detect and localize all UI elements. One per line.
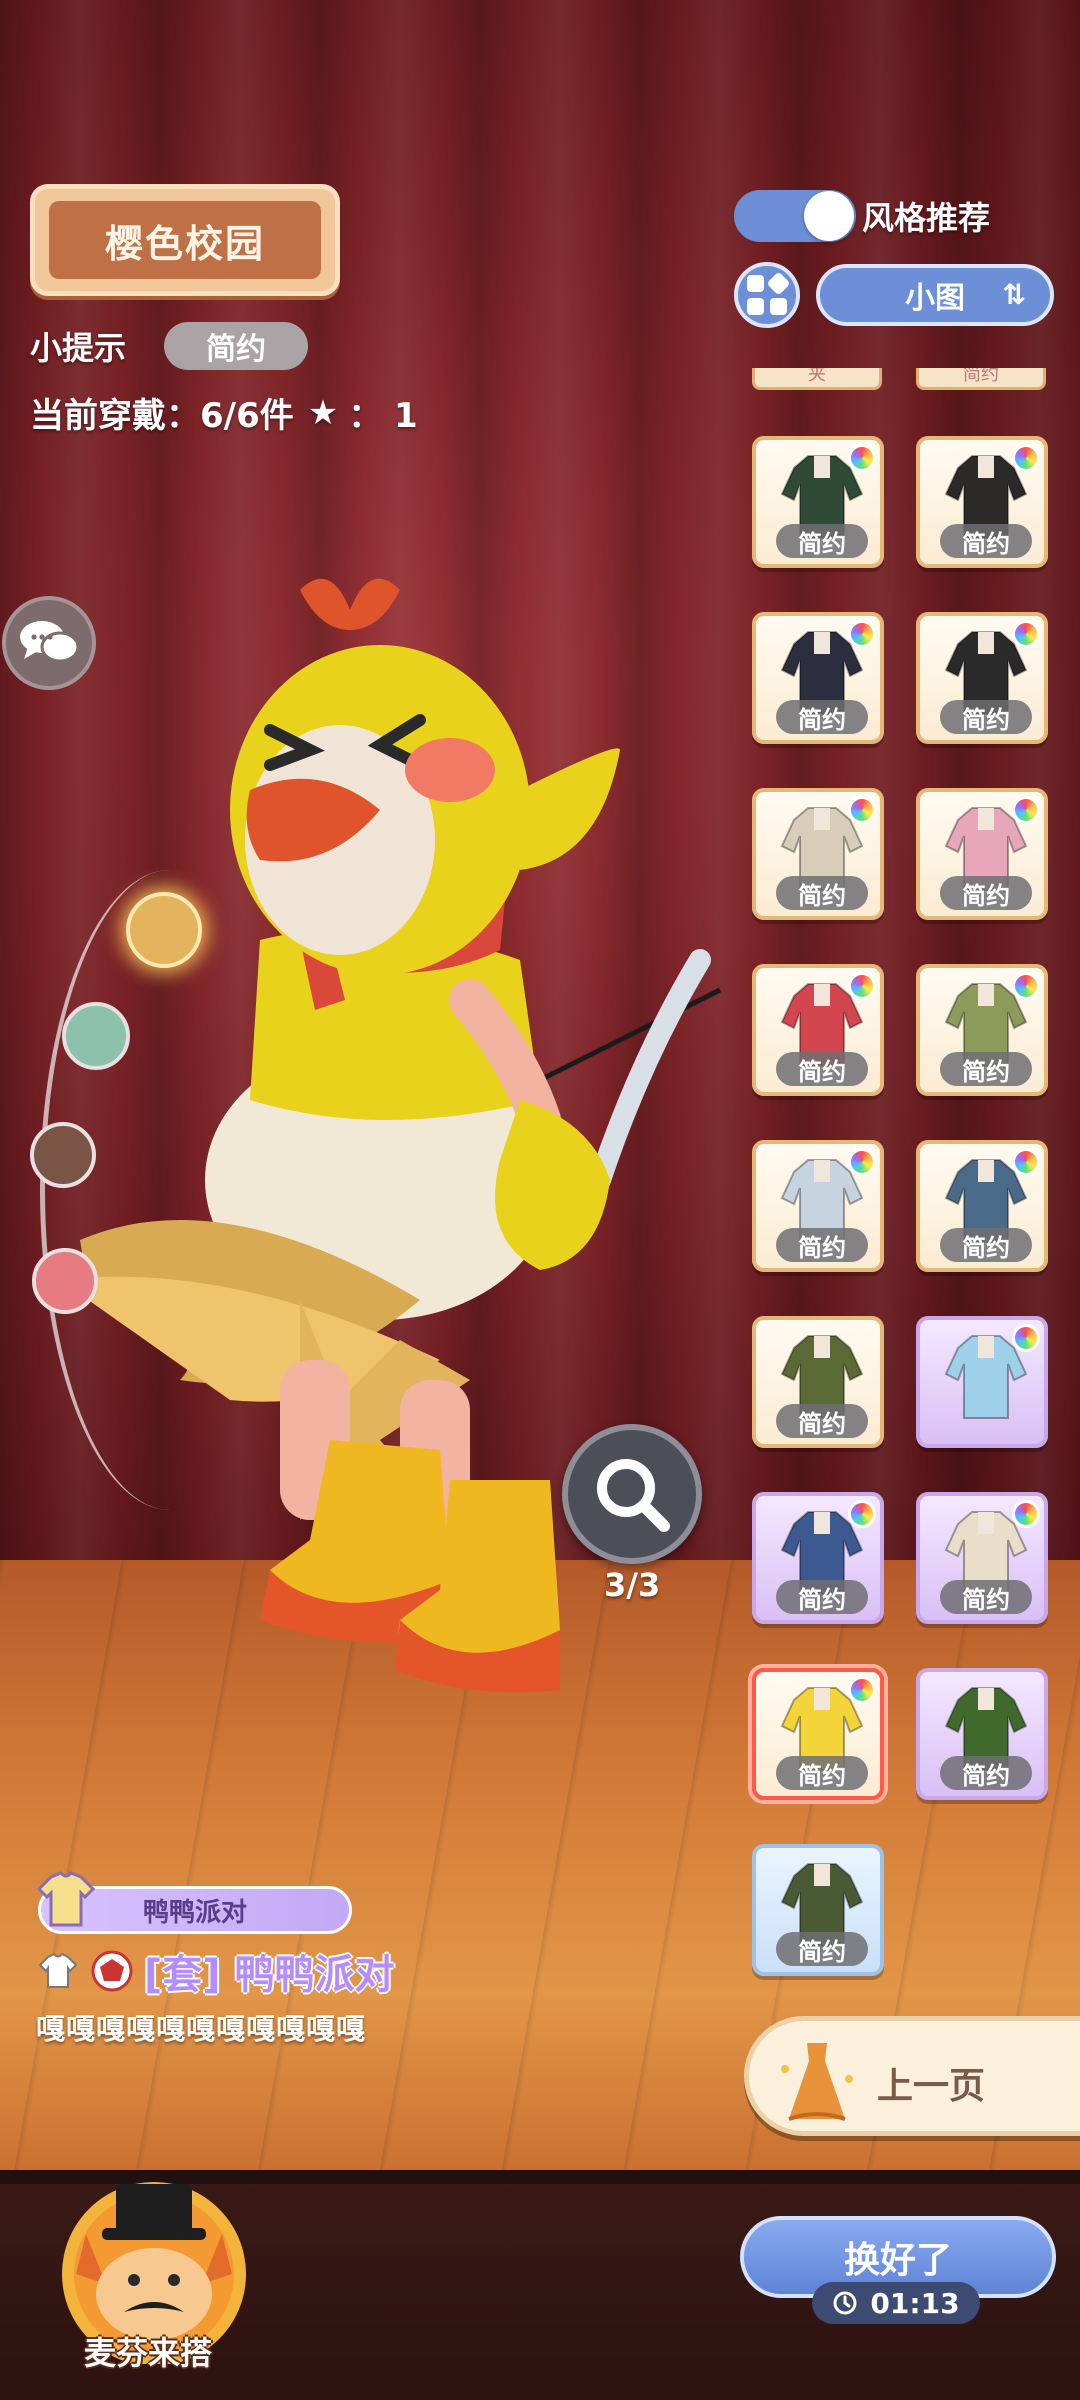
color-swatch-2[interactable] bbox=[62, 1002, 130, 1070]
item-style-tag: 简约 bbox=[940, 1228, 1032, 1262]
thumbnail-size-button[interactable]: 小图 ⇅ bbox=[816, 264, 1054, 326]
brand-badge-icon bbox=[91, 1950, 133, 1992]
set-name: [套] 鸭鸭派对 bbox=[144, 1952, 395, 1998]
item-style-tag: 简约 bbox=[776, 1580, 868, 1614]
prev-page-button[interactable]: 上一页 bbox=[744, 2016, 1080, 2136]
star-count: ： 1 bbox=[348, 396, 418, 436]
clothing-item-card[interactable]: 简约 bbox=[752, 1668, 884, 1800]
item-style-tag: 简约 bbox=[940, 876, 1032, 910]
colorway-icon bbox=[848, 972, 876, 1000]
clothing-item-card[interactable]: 简约 bbox=[916, 612, 1048, 744]
clothing-item-card[interactable]: 简约 bbox=[752, 788, 884, 920]
mascot-label: 麦芬来搭 bbox=[84, 2334, 213, 2372]
tip-label: 小提示 bbox=[30, 329, 127, 367]
item-style-tag: 简约 bbox=[940, 1756, 1032, 1790]
style-recommend-label: 风格推荐 bbox=[862, 199, 991, 237]
grid-view-button[interactable] bbox=[734, 262, 800, 328]
wearing-status: 当前穿戴： 6/6件 ★ ： 1 bbox=[30, 388, 418, 437]
theme-title-inner: 樱色校园 bbox=[49, 201, 321, 279]
colorway-icon bbox=[848, 796, 876, 824]
clothing-item-card[interactable]: 简约 bbox=[752, 1316, 884, 1448]
theme-title-plate: 樱色校园 bbox=[30, 184, 340, 296]
swap-arrows-icon: ⇅ bbox=[1002, 278, 1026, 311]
item-style-tag: 简约 bbox=[940, 700, 1032, 734]
theme-title: 樱色校园 bbox=[104, 221, 265, 266]
clothing-item-card[interactable] bbox=[916, 1316, 1048, 1448]
star-icon: ★ bbox=[307, 392, 339, 433]
tip-style-badge: 简约 bbox=[164, 322, 309, 370]
clothing-item-card[interactable]: 简约 bbox=[916, 436, 1048, 568]
clothing-item-card[interactable]: 简约 bbox=[916, 964, 1048, 1096]
colorway-icon bbox=[1012, 796, 1040, 824]
clothing-item-card[interactable]: 简约 bbox=[752, 1140, 884, 1272]
item-style-tag: 简约 bbox=[776, 1932, 868, 1966]
item-style-tag: 简约 bbox=[940, 1580, 1032, 1614]
tip-row: 小提示 简约 bbox=[30, 322, 309, 370]
wearing-count: 6/6件 bbox=[200, 396, 294, 436]
clothing-item-card[interactable]: 简约 bbox=[916, 1140, 1048, 1272]
item-style-tag: 简约 bbox=[940, 524, 1032, 558]
zoom-count: 3/3 bbox=[604, 1566, 661, 1604]
zoom-button[interactable] bbox=[562, 1424, 702, 1564]
item-style-tag: 简约 bbox=[776, 1228, 868, 1262]
clock-icon bbox=[833, 2291, 857, 2315]
chat-button[interactable] bbox=[2, 596, 96, 690]
magnifier-icon bbox=[597, 1459, 670, 1532]
prev-page-label: 上一页 bbox=[877, 2066, 986, 2107]
thumbnail-size-label: 小图 bbox=[905, 281, 965, 316]
clothing-item-card[interactable]: 简约 bbox=[752, 1492, 884, 1624]
item-peek-2: 简约 bbox=[916, 368, 1046, 390]
shirt-icon bbox=[36, 1871, 96, 1927]
item-style-tag: 简约 bbox=[776, 876, 868, 910]
colorway-icon bbox=[1012, 1324, 1040, 1352]
colorway-icon bbox=[848, 1676, 876, 1704]
colorway-icon bbox=[848, 1148, 876, 1176]
colorway-icon bbox=[848, 620, 876, 648]
set-title-pill: 鸭鸭派对 bbox=[36, 1871, 352, 1934]
grid-icon bbox=[747, 273, 789, 315]
chat-bubbles-icon bbox=[20, 621, 80, 663]
color-swatch-3[interactable] bbox=[30, 1122, 96, 1188]
color-swatch-1[interactable] bbox=[126, 892, 202, 968]
color-swatch-4[interactable] bbox=[32, 1248, 98, 1314]
colorway-icon bbox=[1012, 620, 1040, 648]
style-recommend-row: 风格推荐 bbox=[734, 190, 990, 242]
clothing-item-card[interactable]: 简约 bbox=[752, 436, 884, 568]
item-style-tag: 简约 bbox=[776, 524, 868, 558]
colorway-icon bbox=[1012, 972, 1040, 1000]
style-recommend-toggle[interactable] bbox=[734, 190, 856, 242]
set-pill-label: 鸭鸭派对 bbox=[142, 1897, 247, 1928]
countdown-timer: 01:13 bbox=[812, 2282, 980, 2324]
item-peek-1: 夹 bbox=[752, 368, 882, 390]
colorway-icon bbox=[1012, 444, 1040, 472]
toggle-knob bbox=[804, 191, 854, 241]
clothing-item-card[interactable]: 简约 bbox=[752, 964, 884, 1096]
item-style-tag: 简约 bbox=[940, 1052, 1032, 1086]
outfit-icon bbox=[38, 1952, 78, 1988]
clothing-item-card[interactable]: 简约 bbox=[916, 788, 1048, 920]
set-description: 嘎嘎嘎嘎嘎嘎嘎嘎嘎嘎嘎 bbox=[36, 2012, 367, 2046]
item-style-tag: 简约 bbox=[776, 1052, 868, 1086]
colorway-icon bbox=[848, 444, 876, 472]
clothing-item-card[interactable]: 简约 bbox=[916, 1492, 1048, 1624]
item-style-tag: 简约 bbox=[776, 1756, 868, 1790]
item-style-tag: 简约 bbox=[776, 1404, 868, 1438]
set-name-row: [套] 鸭鸭派对 bbox=[36, 1942, 395, 2000]
done-label: 换好了 bbox=[843, 2240, 952, 2281]
clothing-item-card[interactable]: 简约 bbox=[752, 1844, 884, 1976]
colorway-icon bbox=[1012, 1148, 1040, 1176]
colorway-icon bbox=[1012, 1500, 1040, 1528]
item-style-tag: 简约 bbox=[776, 700, 868, 734]
clothing-item-card[interactable]: 简约 bbox=[752, 612, 884, 744]
wearing-label: 当前穿戴： bbox=[30, 396, 200, 436]
colorway-icon bbox=[848, 1500, 876, 1528]
clothing-item-card[interactable]: 简约 bbox=[916, 1668, 1048, 1800]
dress-icon bbox=[781, 2043, 853, 2121]
timer-value: 01:13 bbox=[870, 2286, 960, 2320]
